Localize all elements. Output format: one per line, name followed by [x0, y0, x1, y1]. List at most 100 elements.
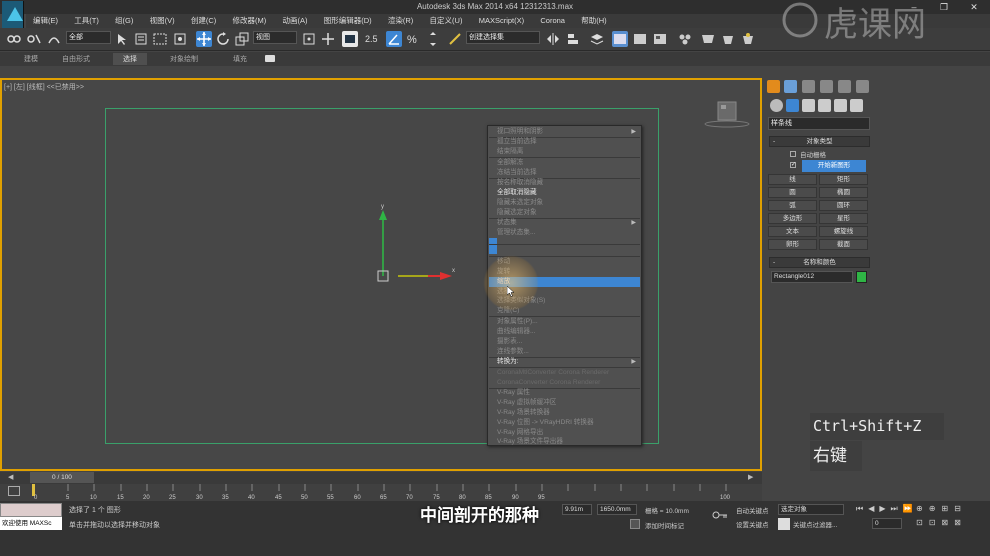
- modify-tab-icon[interactable]: [784, 80, 797, 93]
- time-slider[interactable]: [0, 472, 762, 484]
- key-mode-dropdown[interactable]: 选定对象: [778, 504, 844, 515]
- render-setup-icon[interactable]: [700, 31, 716, 47]
- menu-item-convert-to[interactable]: 转换为: ▶: [489, 357, 640, 367]
- menu-item-manage-state-sets[interactable]: 管理状态集...: [489, 228, 640, 238]
- spinner-snap-icon[interactable]: [425, 31, 441, 47]
- tab-selection[interactable]: 选择: [113, 53, 147, 65]
- material-editor-icon[interactable]: [677, 31, 693, 47]
- menu-edit[interactable]: 编辑(E): [26, 14, 65, 28]
- keyboard-shortcut-override-icon[interactable]: [342, 31, 358, 47]
- time-slider-prev-icon[interactable]: ◀: [8, 473, 13, 481]
- menu-item-unhide-all[interactable]: 全部取消隐藏: [489, 188, 640, 198]
- object-name-input[interactable]: Rectangle012: [771, 271, 853, 283]
- menu-rendering[interactable]: 渲染(R): [381, 14, 420, 28]
- menu-help[interactable]: 帮助(H): [574, 14, 613, 28]
- menu-item-vray-properties[interactable]: V-Ray 属性: [489, 388, 640, 398]
- select-manipulate-icon[interactable]: [320, 31, 336, 47]
- object-type-rollout[interactable]: - 对象类型: [769, 136, 870, 147]
- current-frame-field[interactable]: 0: [872, 518, 902, 529]
- menu-item-vray-frame-buffer[interactable]: V-Ray 虚拟帧缓冲区: [489, 398, 640, 408]
- time-slider-next-icon[interactable]: ▶: [748, 473, 753, 481]
- app-logo-icon[interactable]: [2, 1, 24, 28]
- transform-gizmo[interactable]: y x: [370, 200, 460, 290]
- menu-item-wire-parameters[interactable]: 连线参数...: [489, 347, 640, 357]
- select-by-name-icon[interactable]: [133, 31, 149, 47]
- viewport-nav-controls-2[interactable]: ⊡⊡⊠⊠: [916, 518, 967, 527]
- cameras-icon[interactable]: [818, 99, 831, 112]
- menu-create[interactable]: 创建(C): [184, 14, 223, 28]
- utilities-tab-icon[interactable]: [856, 80, 869, 93]
- shape-star-button[interactable]: 星形: [819, 213, 868, 224]
- coord-x-field[interactable]: 9.91m: [562, 504, 592, 515]
- time-tag-icon[interactable]: [630, 519, 640, 529]
- viewcube-icon[interactable]: [704, 100, 752, 130]
- space-warps-icon[interactable]: [850, 99, 863, 112]
- viewport-label[interactable]: [+] [左] [线框] <<已禁用>>: [4, 82, 84, 92]
- shape-ngon-button[interactable]: 多边形: [768, 213, 817, 224]
- unlink-icon[interactable]: [26, 31, 42, 47]
- schematic-view-icon[interactable]: [652, 31, 668, 47]
- coord-z-field[interactable]: 1650.0mm: [597, 504, 637, 515]
- playback-controls[interactable]: ⏮◀▶⏭⏩: [856, 504, 918, 514]
- menu-item-isolate-selection[interactable]: 孤立当前选择: [489, 137, 640, 147]
- edit-named-selection-icon[interactable]: [447, 31, 463, 47]
- selection-filter-dropdown[interactable]: 全部: [66, 31, 111, 44]
- start-new-shape-button[interactable]: 开始新图形: [802, 160, 866, 172]
- tab-modeling[interactable]: 建模: [24, 54, 38, 64]
- geometry-icon[interactable]: [770, 99, 783, 112]
- window-crossing-icon[interactable]: [172, 31, 188, 47]
- menu-item-hide-selection[interactable]: 隐藏选定对象: [489, 208, 640, 218]
- shape-ellipse-button[interactable]: 椭圆: [819, 187, 868, 198]
- shape-arc-button[interactable]: 弧: [768, 200, 817, 211]
- auto-grid-checkbox[interactable]: [790, 151, 796, 157]
- menu-maxscript[interactable]: MAXScript(X): [472, 14, 531, 28]
- menu-item-state-sets[interactable]: 状态集 ▶: [489, 218, 640, 228]
- menu-customize[interactable]: 自定义(U): [423, 14, 470, 28]
- maxscript-listener-input[interactable]: [0, 503, 62, 517]
- select-object-icon[interactable]: [114, 31, 130, 47]
- pivot-center-icon[interactable]: [301, 31, 317, 47]
- maxscript-welcome[interactable]: 欢迎使用 MAXSc: [0, 517, 62, 530]
- link-icon[interactable]: [6, 31, 22, 47]
- rectangular-selection-icon[interactable]: [152, 31, 168, 47]
- menu-animation[interactable]: 动画(A): [276, 14, 315, 28]
- shape-helix-button[interactable]: 螺旋线: [819, 226, 868, 237]
- ribbon-toggle-icon[interactable]: [265, 55, 275, 62]
- lights-icon[interactable]: [802, 99, 815, 112]
- shape-section-button[interactable]: 截面: [819, 239, 868, 250]
- set-key-button[interactable]: 设置关键点: [736, 519, 769, 529]
- menu-item-object-properties[interactable]: 对象属性(P)...: [489, 317, 640, 327]
- reference-coordinate-dropdown[interactable]: 视图: [253, 31, 297, 44]
- shape-egg-button[interactable]: 卵形: [768, 239, 817, 250]
- shape-category-dropdown[interactable]: 样条线: [768, 117, 870, 130]
- shape-line-button[interactable]: 线: [768, 174, 817, 185]
- tab-populate[interactable]: 填充: [233, 54, 247, 64]
- key-icon[interactable]: [712, 510, 728, 520]
- shape-rectangle-button[interactable]: 矩形: [819, 174, 868, 185]
- menu-item-unhide-by-name[interactable]: 按名称取消隐藏: [489, 178, 640, 188]
- viewport-nav-controls[interactable]: ⊕⊕⊞⊟: [916, 504, 967, 513]
- scene-explorer-icon[interactable]: [612, 31, 628, 47]
- motion-tab-icon[interactable]: [820, 80, 833, 93]
- add-time-tag-button[interactable]: 添加时间标记: [645, 520, 684, 530]
- menu-item-unfreeze-all[interactable]: 全部解冻: [489, 158, 640, 168]
- bind-space-warp-icon[interactable]: [46, 31, 62, 47]
- layer-manager-icon[interactable]: [589, 31, 605, 47]
- key-filters-button[interactable]: 关键点过滤器...: [793, 519, 837, 529]
- select-and-scale-icon[interactable]: [234, 31, 250, 47]
- menu-item-vray-scene-export[interactable]: V-Ray 场景文件导出器: [489, 437, 640, 447]
- menu-item-vray-bitmap-converter[interactable]: V-Ray 位图 -> VRayHDRI 转换器: [489, 418, 640, 428]
- menu-item-corona-mtl-converter[interactable]: CoronaMtlConverter Corona Renderer: [489, 368, 640, 378]
- shapes-icon[interactable]: [786, 99, 799, 112]
- render-production-icon[interactable]: [740, 31, 756, 47]
- track-bar[interactable]: 0 5 10 15 20 25 30 35 40 45 50 55 60 65 …: [0, 484, 762, 501]
- object-color-swatch[interactable]: [856, 271, 867, 283]
- tab-object-paint[interactable]: 对象绘制: [170, 54, 198, 64]
- menu-graph-editors[interactable]: 图形编辑器(D): [317, 14, 379, 28]
- display-tab-icon[interactable]: [838, 80, 851, 93]
- menu-item-curve-editor[interactable]: 曲线编辑器...: [489, 327, 640, 337]
- menu-views[interactable]: 视图(V): [143, 14, 182, 28]
- snaps-toggle-icon[interactable]: 2.5: [364, 31, 380, 47]
- shape-donut-button[interactable]: 圆环: [819, 200, 868, 211]
- menu-item-freeze-selection[interactable]: 冻结当前选择: [489, 168, 640, 178]
